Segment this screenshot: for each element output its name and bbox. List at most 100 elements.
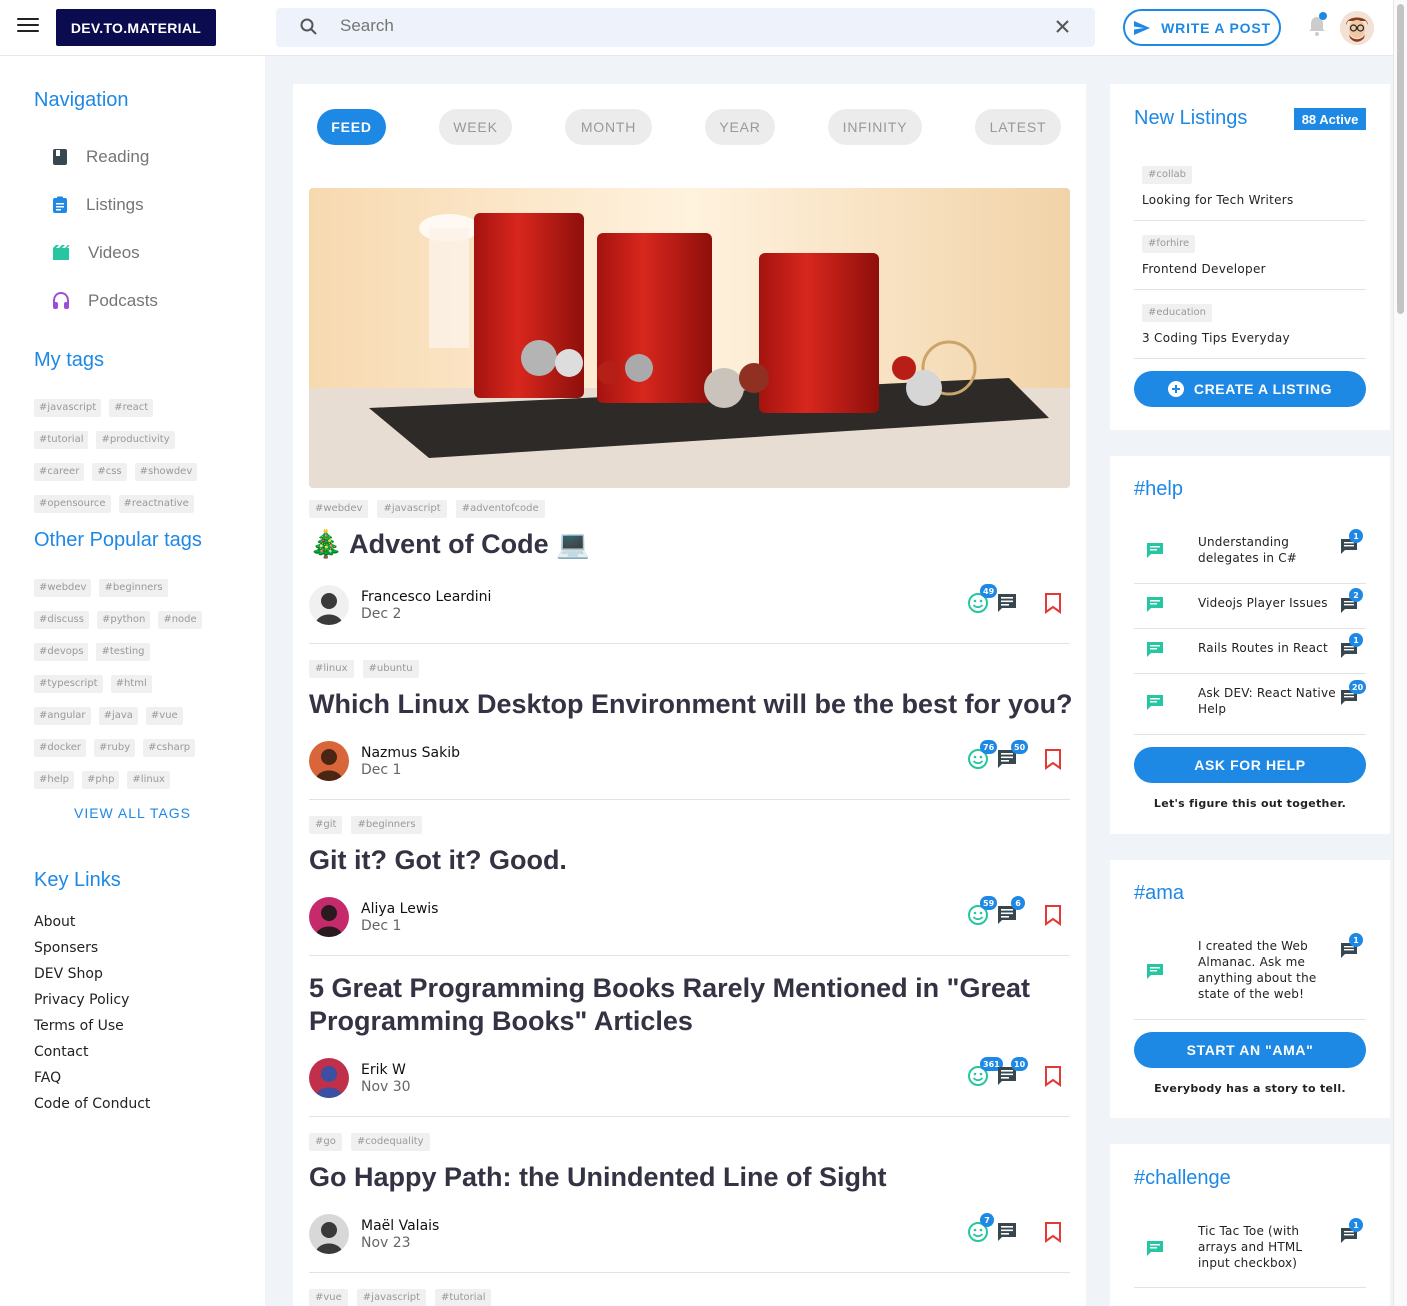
tag-chip[interactable]: #typescript [34,675,103,693]
tag-chip[interactable]: #react [109,399,154,417]
tag-chip[interactable]: #showdev [134,463,198,481]
tab-year[interactable]: YEAR [705,109,775,145]
ask-for-help-button[interactable]: ASK FOR HELP [1134,747,1366,783]
scroll-thumb[interactable] [1397,4,1404,314]
post-title[interactable]: Git it? Got it? Good. [309,844,1079,877]
thread-title[interactable]: Rails Routes in React [1198,640,1338,656]
author-name[interactable]: Maël Valais [361,1218,439,1234]
user-avatar[interactable] [1340,11,1374,45]
create-listing-button[interactable]: CREATE A LISTING [1134,371,1366,407]
tag-chip[interactable]: #webdev [34,579,92,597]
close-icon[interactable] [1055,19,1070,34]
thread-title[interactable]: Understanding delegates in C# [1198,534,1338,566]
listing-title[interactable]: Frontend Developer [1142,262,1266,276]
key-link-sponsers[interactable]: Sponsers [34,940,98,956]
post-tag[interactable]: #linux [309,660,354,678]
author-avatar[interactable] [309,897,349,937]
author-name[interactable]: Francesco Leardini [361,589,491,605]
tab-feed[interactable]: FEED [317,109,386,145]
search-input[interactable] [340,16,1040,36]
tag-chip[interactable]: #vue [145,707,183,725]
menu-icon[interactable] [17,18,39,36]
tag-chip[interactable]: #node [158,611,202,629]
nav-item-reading[interactable]: Reading [52,147,149,167]
comments-icon[interactable] [996,592,1018,618]
tag-chip[interactable]: #beginners [99,579,168,597]
post-cover-image[interactable] [309,188,1070,488]
tag-chip[interactable]: #python [96,611,151,629]
author-name[interactable]: Erik W [361,1062,406,1078]
nav-item-videos[interactable]: Videos [52,243,140,263]
tab-week[interactable]: WEEK [439,109,512,145]
tag-chip[interactable]: #productivity [96,431,175,449]
tag-chip[interactable]: #help [34,771,74,789]
tag-chip[interactable]: #linux [127,771,170,789]
post-title[interactable]: 5 Great Programming Books Rarely Mention… [309,972,1079,1038]
bookmark-icon[interactable] [1043,748,1063,774]
listing-title[interactable]: 3 Coding Tips Everyday [1142,331,1290,345]
post-tag[interactable]: #codequality [350,1133,430,1151]
write-post-button[interactable]: WRITE A POST [1123,9,1281,46]
comments-icon[interactable] [996,1221,1018,1247]
tag-chip[interactable]: #csharp [143,739,196,757]
bookmark-icon[interactable] [1043,1065,1063,1091]
tag-chip[interactable]: #css [92,463,127,481]
tag-chip[interactable]: #reactnative [118,495,194,513]
key-link-terms[interactable]: Terms of Use [34,1018,124,1034]
scrollbar[interactable] [1393,0,1407,1306]
post-tag[interactable]: #git [309,816,343,834]
thread-title[interactable]: Ask DEV: React Native Help [1198,685,1338,717]
tab-month[interactable]: MONTH [565,109,652,145]
author-name[interactable]: Nazmus Sakib [361,745,460,761]
post-tag[interactable]: #ubuntu [362,660,419,678]
listing-tag[interactable]: #forhire [1142,235,1196,253]
key-link-shop[interactable]: DEV Shop [34,966,103,982]
tag-chip[interactable]: #ruby [94,739,136,757]
post-tag[interactable]: #go [309,1133,342,1151]
tag-chip[interactable]: #angular [34,707,91,725]
tag-chip[interactable]: #java [98,707,138,725]
search-icon[interactable] [300,18,317,35]
post-title[interactable]: Go Happy Path: the Unindented Line of Si… [309,1161,1079,1194]
start-ama-button[interactable]: START AN "AMA" [1134,1032,1366,1068]
post-title[interactable]: 🎄 Advent of Code 💻 [309,528,1079,561]
tag-chip[interactable]: #tutorial [34,431,89,449]
nav-item-podcasts[interactable]: Podcasts [52,291,158,311]
tag-chip[interactable]: #javascript [34,399,102,417]
thread-title[interactable]: I created the Web Almanac. Ask me anythi… [1198,938,1338,1002]
tab-infinity[interactable]: INFINITY [828,109,922,145]
author-avatar[interactable] [309,1214,349,1254]
tab-latest[interactable]: LATEST [975,109,1061,145]
key-link-faq[interactable]: FAQ [34,1070,61,1086]
logo[interactable]: DEV.TO.MATERIAL [56,9,216,46]
author-avatar[interactable] [309,585,349,625]
view-all-tags-link[interactable]: VIEW ALL TAGS [0,805,265,821]
bookmark-icon[interactable] [1043,1221,1063,1247]
listing-tag[interactable]: #collab [1142,166,1193,184]
key-link-conduct[interactable]: Code of Conduct [34,1096,150,1112]
post-tag[interactable]: #tutorial [435,1289,492,1306]
key-link-about[interactable]: About [34,914,75,930]
post-tag[interactable]: #javascript [377,500,447,518]
tag-chip[interactable]: #docker [34,739,87,757]
key-link-privacy[interactable]: Privacy Policy [34,992,129,1008]
post-tag[interactable]: #adventofcode [455,500,545,518]
tag-chip[interactable]: #career [34,463,85,481]
thread-title[interactable]: Tic Tac Toe (with arrays and HTML input … [1198,1223,1338,1271]
bookmark-icon[interactable] [1043,592,1063,618]
post-tag[interactable]: #webdev [309,500,369,518]
listing-tag[interactable]: #education [1142,304,1212,322]
bookmark-icon[interactable] [1043,904,1063,930]
author-avatar[interactable] [309,741,349,781]
tag-chip[interactable]: #html [110,675,152,693]
thread-title[interactable]: Videojs Player Issues [1198,595,1338,611]
author-name[interactable]: Aliya Lewis [361,901,438,917]
tag-chip[interactable]: #php [82,771,120,789]
tag-chip[interactable]: #devops [34,643,89,661]
post-tag[interactable]: #beginners [351,816,422,834]
nav-item-listings[interactable]: Listings [52,195,144,215]
key-link-contact[interactable]: Contact [34,1044,88,1060]
tag-chip[interactable]: #discuss [34,611,89,629]
author-avatar[interactable] [309,1058,349,1098]
tag-chip[interactable]: #testing [96,643,150,661]
